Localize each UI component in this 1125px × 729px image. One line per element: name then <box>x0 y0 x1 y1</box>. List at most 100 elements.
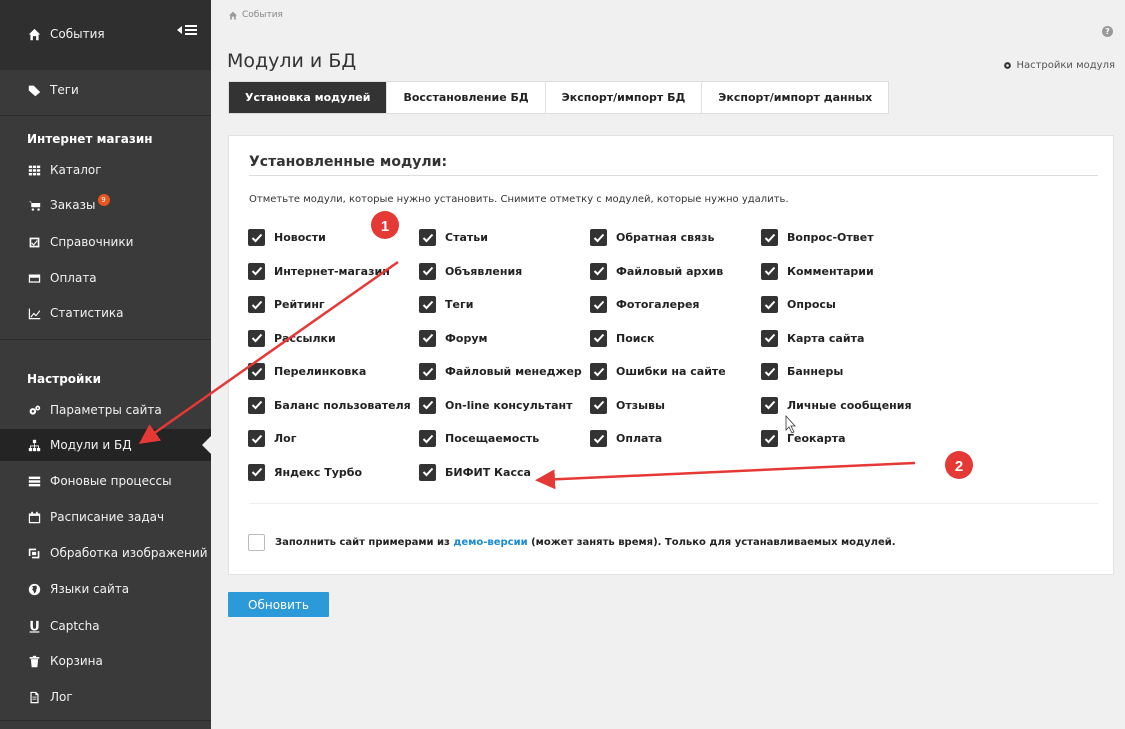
sidebar-item-trash[interactable]: Корзина <box>0 645 211 677</box>
checkmark-icon[interactable] <box>248 329 265 347</box>
module-checkbox-item[interactable]: Комментарии <box>761 262 874 280</box>
module-checkbox-item[interactable]: Обратная связь <box>590 229 715 246</box>
module-checkbox-item[interactable]: Личные сообщения <box>761 396 912 414</box>
update-button[interactable]: Обновить <box>228 592 329 617</box>
demo-prefix: Заполнить сайт примерами из <box>275 537 454 548</box>
checkmark-icon[interactable] <box>419 363 436 380</box>
tab-restore-db[interactable]: Восстановление БД <box>387 82 546 113</box>
module-checkbox-item[interactable]: Ошибки на сайте <box>590 363 726 380</box>
module-checkbox-item[interactable]: Посещаемость <box>419 430 539 447</box>
module-checkbox-item[interactable]: Вопрос-Ответ <box>761 229 874 246</box>
checkmark-icon[interactable] <box>761 229 778 246</box>
module-checkbox-item[interactable]: Статьи <box>419 229 488 246</box>
module-checkbox-item[interactable]: Перелинковка <box>248 363 366 380</box>
checkmark-icon[interactable] <box>590 329 607 347</box>
module-checkbox-item[interactable]: Форум <box>419 329 488 347</box>
sidebar-item-label: Справочники <box>50 235 134 249</box>
collapse-sidebar-button[interactable] <box>177 25 197 35</box>
checkmark-icon[interactable] <box>419 430 436 447</box>
module-checkbox-item[interactable]: Объявления <box>419 262 522 280</box>
checkmark-icon[interactable] <box>761 430 778 447</box>
module-checkbox-item[interactable]: On-line консультант <box>419 396 573 414</box>
module-checkbox-item[interactable]: Отзывы <box>590 396 665 414</box>
checkmark-icon[interactable] <box>419 262 436 280</box>
tab-export-import-data[interactable]: Экспорт/импорт данных <box>702 82 888 113</box>
sidebar-item-label: Модули и БД <box>50 438 132 452</box>
tab-export-import-db[interactable]: Экспорт/импорт БД <box>546 82 703 113</box>
sidebar-item-site-languages[interactable]: Языки сайта <box>0 573 211 605</box>
checkmark-icon[interactable] <box>248 430 265 447</box>
module-label: Личные сообщения <box>787 398 912 412</box>
sidebar-item-tags[interactable]: Теги <box>0 74 211 106</box>
module-checkbox-item[interactable]: Интернет-магазин <box>248 262 390 280</box>
checkmark-icon[interactable] <box>590 296 607 313</box>
sidebar-item-site-params[interactable]: Параметры сайта <box>0 394 211 426</box>
checkmark-icon[interactable] <box>590 229 607 246</box>
checkmark-icon[interactable] <box>419 396 436 414</box>
sidebar-item-orders[interactable]: Заказы 9 <box>0 189 211 221</box>
breadcrumb-link[interactable]: События <box>242 10 283 20</box>
checkmark-icon[interactable] <box>419 329 436 347</box>
sidebar-item-directories[interactable]: Справочники <box>0 226 211 258</box>
module-checkbox-item[interactable]: Фотогалерея <box>590 296 699 313</box>
checkmark-icon[interactable] <box>419 463 436 481</box>
checkmark-icon[interactable] <box>419 296 436 313</box>
checkmark-icon[interactable] <box>590 396 607 414</box>
checkmark-icon[interactable] <box>590 262 607 280</box>
module-checkbox-item[interactable]: Опросы <box>761 296 836 313</box>
checkmark-icon[interactable] <box>248 463 265 481</box>
sidebar-item-background-processes[interactable]: Фоновые процессы <box>0 465 211 497</box>
module-label: On-line консультант <box>445 398 573 412</box>
checkmark-icon[interactable] <box>248 396 265 414</box>
module-checkbox-item[interactable]: Поиск <box>590 329 654 347</box>
module-checkbox-item[interactable]: Новости <box>248 229 326 246</box>
module-checkbox-item[interactable]: Оплата <box>590 430 662 447</box>
module-checkbox-item[interactable]: Яндекс Турбо <box>248 463 362 481</box>
checkmark-icon[interactable] <box>761 363 778 380</box>
sidebar-item-modules[interactable]: Модули и БД <box>0 429 211 461</box>
demo-fill-checkbox[interactable] <box>248 534 265 551</box>
checkmark-icon[interactable] <box>761 396 778 414</box>
module-checkbox-item[interactable]: Рассылки <box>248 329 336 347</box>
module-checkbox-item[interactable]: Файловый архив <box>590 262 723 280</box>
module-checkbox-item[interactable]: БИФИТ Касса <box>419 463 531 481</box>
tab-install-modules[interactable]: Установка модулей <box>229 82 388 113</box>
module-checkbox-item[interactable]: Баланс пользователя <box>248 396 411 414</box>
sidebar: События Теги Интернет магазин Каталог За… <box>0 0 211 729</box>
sidebar-item-log[interactable]: Лог <box>0 681 211 713</box>
checkmark-icon[interactable] <box>248 229 265 246</box>
sidebar-item-label: Параметры сайта <box>50 403 162 417</box>
sidebar-item-image-processing[interactable]: Обработка изображений <box>0 537 211 569</box>
grid-icon <box>27 163 41 177</box>
divider <box>249 175 1098 176</box>
sidebar-item-label: Заказы <box>50 198 96 212</box>
home-icon <box>229 11 237 19</box>
checkmark-icon[interactable] <box>761 329 778 347</box>
sidebar-item-task-schedule[interactable]: Расписание задач <box>0 501 211 533</box>
sidebar-item-statistics[interactable]: Статистика <box>0 297 211 329</box>
module-checkbox-item[interactable]: Файловый менеджер <box>419 363 582 380</box>
checkmark-icon[interactable] <box>590 430 607 447</box>
checkmark-icon[interactable] <box>761 262 778 280</box>
module-checkbox-item[interactable]: Рейтинг <box>248 296 325 313</box>
module-checkbox-item[interactable]: Лог <box>248 430 296 447</box>
module-checkbox-item[interactable]: Геокарта <box>761 430 846 447</box>
module-checkbox-item[interactable]: Карта сайта <box>761 329 864 347</box>
checkmark-icon[interactable] <box>248 363 265 380</box>
checkmark-icon[interactable] <box>590 363 607 380</box>
module-checkbox-item[interactable]: Баннеры <box>761 363 843 380</box>
checkbox-icon <box>27 235 41 249</box>
demo-version-link[interactable]: демо-версии <box>453 537 527 548</box>
checkmark-icon[interactable] <box>761 296 778 313</box>
checkmark-icon[interactable] <box>419 229 436 246</box>
module-checkbox-item[interactable]: Теги <box>419 296 473 313</box>
gears-icon <box>27 403 41 417</box>
module-settings-link[interactable]: Настройки модуля <box>1003 60 1115 71</box>
checkmark-icon[interactable] <box>248 296 265 313</box>
sidebar-item-catalog[interactable]: Каталог <box>0 154 211 186</box>
sidebar-item-payment[interactable]: Оплата <box>0 262 211 294</box>
help-icon[interactable]: ? <box>1102 26 1113 37</box>
sidebar-item-captcha[interactable]: Captcha <box>0 610 211 642</box>
checkmark-icon[interactable] <box>248 262 265 280</box>
sidebar-divider <box>0 115 211 116</box>
